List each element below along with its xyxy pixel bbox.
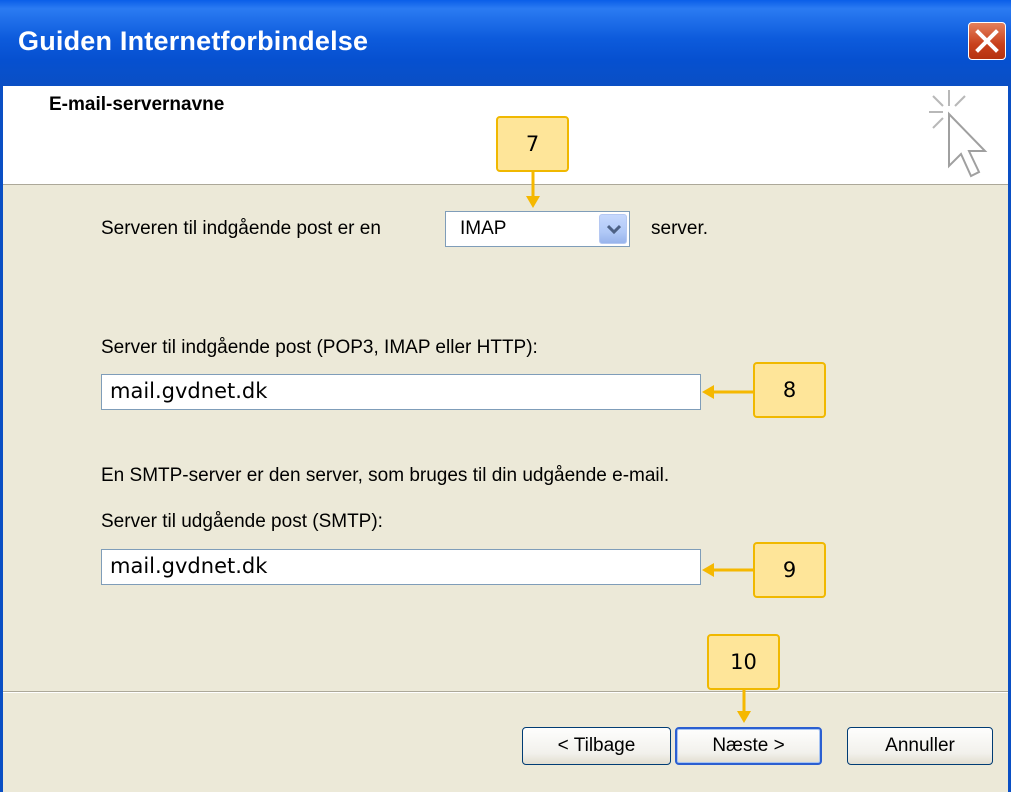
callout-8: 8 [753,362,826,418]
dropdown-button[interactable] [599,214,627,244]
outgoing-server-value: mail.gvdnet.dk [110,554,268,578]
next-button[interactable]: Næste > [675,727,822,765]
callout-arrow-10 [737,689,751,723]
callout-arrow-8 [702,385,754,399]
callout-9: 9 [753,542,826,598]
callout-arrow-9 [702,563,754,577]
footer-separator [3,691,1008,693]
close-icon [975,29,999,53]
wizard-content: Serveren til indgående post er en IMAP s… [3,185,1008,691]
incoming-server-type-select[interactable]: IMAP [445,211,630,247]
incoming-server-label: Server til indgående post (POP3, IMAP el… [101,337,538,358]
incoming-type-suffix: server. [651,218,709,239]
cancel-button[interactable]: Annuller [847,727,993,765]
incoming-type-label: Serveren til indgående post er en [101,218,381,239]
wizard-cursor-icon [929,90,988,178]
incoming-server-type-value: IMAP [460,218,507,239]
smtp-info-text: En SMTP-server er den server, som bruges… [101,465,670,486]
chevron-down-icon [607,224,621,235]
incoming-server-value: mail.gvdnet.dk [110,379,268,403]
back-button[interactable]: < Tilbage [522,727,671,765]
title-bar: Guiden Internetforbindelse [0,0,1011,86]
callout-10: 10 [707,634,780,690]
callout-7: 7 [496,116,569,172]
outgoing-server-label: Server til udgående post (SMTP): [101,511,383,532]
close-button[interactable] [968,22,1006,60]
window-title: Guiden Internetforbindelse [18,26,369,56]
page-title: E-mail-servernavne [49,94,225,115]
outgoing-server-input[interactable]: mail.gvdnet.dk [101,549,701,585]
callout-arrow-7 [526,172,540,208]
incoming-server-input[interactable]: mail.gvdnet.dk [101,374,701,410]
